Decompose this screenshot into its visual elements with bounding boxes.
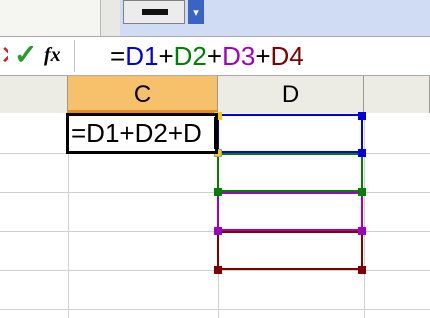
active-cell-c1[interactable]: =D1+D2+D [66, 113, 218, 154]
formula-bar-divider [74, 40, 75, 72]
formula-part: D3 [222, 41, 256, 71]
reference-box-d4[interactable] [217, 231, 363, 270]
select-all-corner[interactable] [0, 76, 68, 113]
formula-part: D1 [125, 41, 159, 71]
reference-box-d3[interactable] [217, 192, 363, 231]
reference-box-d2[interactable] [217, 153, 363, 192]
formula-part: + [158, 41, 174, 71]
reference-handle-d4-bottom-right[interactable] [358, 266, 366, 274]
reference-handle-d1-top-right[interactable] [358, 112, 366, 120]
reference-handle-d3-bottom-right[interactable] [358, 227, 366, 235]
column-header-c[interactable]: C [68, 76, 218, 113]
text-caret [214, 117, 216, 149]
reference-handle-d4-bottom-left[interactable] [214, 266, 222, 274]
reference-box-d1[interactable] [217, 114, 363, 153]
grid-row-line [0, 309, 430, 310]
formula-part: = [110, 41, 126, 71]
cancel-icon[interactable]: ✕ [0, 40, 8, 70]
formula-part: + [255, 41, 271, 71]
grid-col-line [364, 113, 365, 318]
formula-part: D4 [270, 41, 304, 71]
column-header-e[interactable] [364, 76, 430, 113]
column-header-d[interactable]: D [218, 76, 364, 113]
reference-handle-d3-bottom-left[interactable] [214, 227, 222, 235]
dropdown-arrow-icon[interactable]: ▾ [188, 0, 204, 24]
toolbar-blank-area [0, 0, 100, 36]
formula-part: + [206, 41, 223, 71]
formula-input[interactable]: =D1+D2+D3+D4 [110, 39, 304, 73]
reference-handle-d2-bottom-left[interactable] [214, 188, 222, 196]
reference-handle-d1-bottom-right[interactable] [358, 149, 366, 157]
toolbar-separator [100, 0, 120, 36]
reference-handle-d2-bottom-right[interactable] [358, 188, 366, 196]
line-style-button[interactable] [123, 0, 185, 24]
insert-function-icon[interactable]: fx [44, 40, 72, 70]
enter-checkmark-icon[interactable]: ✓ [14, 40, 38, 70]
formula-part: D2 [173, 41, 207, 71]
